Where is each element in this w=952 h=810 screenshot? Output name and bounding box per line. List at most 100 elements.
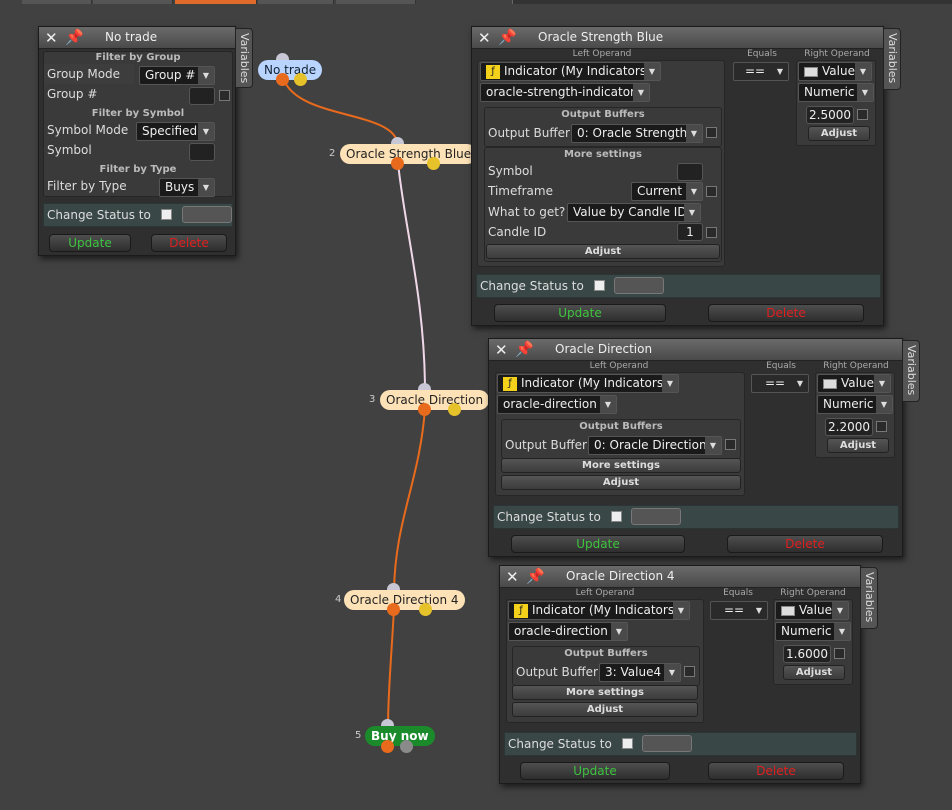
right-type-dropdown[interactable]: Value ▼ xyxy=(775,601,849,620)
node-output-dot[interactable] xyxy=(381,740,394,753)
right-value-checkbox[interactable] xyxy=(876,421,887,432)
node-oracle-direction[interactable]: Oracle Direction xyxy=(380,390,490,410)
group-mode-dropdown[interactable]: Group # ▼ xyxy=(139,66,215,85)
right-type-dropdown[interactable]: Value ▼ xyxy=(817,374,891,393)
delete-button[interactable]: Delete xyxy=(727,535,883,553)
node-output-dot[interactable] xyxy=(400,740,413,753)
chevron-down-icon: ▼ xyxy=(686,183,702,200)
right-value-checkbox[interactable] xyxy=(857,109,868,120)
output-buffer-dropdown[interactable]: 0: Oracle Strength ▼ xyxy=(571,124,703,143)
node-oracle-direction-4[interactable]: Oracle Direction 4 xyxy=(344,590,465,610)
close-icon[interactable]: ✕ xyxy=(478,29,491,47)
node-output-dot[interactable] xyxy=(391,157,404,170)
right-kind-dropdown[interactable]: Numeric ▼ xyxy=(798,83,874,102)
timeframe-checkbox[interactable] xyxy=(706,186,717,197)
symbol-input[interactable] xyxy=(189,143,215,161)
pin-icon[interactable]: 📌 xyxy=(498,28,517,46)
node-output-dot[interactable] xyxy=(294,73,307,86)
output-buffer-checkbox[interactable] xyxy=(684,666,695,677)
variables-tab[interactable]: Variables xyxy=(883,28,901,90)
indicator-source-dropdown[interactable]: ƒ Indicator (My Indicators) ▼ xyxy=(508,601,690,620)
panel-header: ✕ 📌 Oracle Strength Blue xyxy=(472,27,883,49)
group-number-checkbox[interactable] xyxy=(219,90,230,101)
value-icon xyxy=(781,605,795,616)
right-value-input[interactable]: 1.6000 xyxy=(783,645,831,663)
delete-button[interactable]: Delete xyxy=(151,234,227,252)
status-color-swatch[interactable] xyxy=(614,277,664,294)
update-button[interactable]: Update xyxy=(494,304,666,322)
node-oracle-strength-blue[interactable]: Oracle Strength Blue xyxy=(340,144,478,164)
node-output-dot[interactable] xyxy=(387,603,400,616)
pin-icon[interactable]: 📌 xyxy=(526,567,545,585)
operator-dropdown[interactable]: == ▼ xyxy=(710,601,768,620)
output-buffer-dropdown[interactable]: 0: Oracle Direction ▼ xyxy=(588,436,722,455)
indicator-name-dropdown[interactable]: oracle-direction ▼ xyxy=(497,395,617,414)
variables-tab[interactable]: Variables xyxy=(860,567,878,629)
dropdown-value: Specified xyxy=(142,124,198,138)
update-button[interactable]: Update xyxy=(520,762,670,780)
timeframe-label: Timeframe xyxy=(488,184,553,198)
right-value-checkbox[interactable] xyxy=(834,648,845,659)
indicator-name-dropdown[interactable]: oracle-strength-indicator ▼ xyxy=(480,83,650,102)
what-to-get-dropdown[interactable]: Value by Candle ID ▼ xyxy=(567,203,701,222)
right-type-dropdown[interactable]: Value ▼ xyxy=(798,62,872,81)
more-settings-button[interactable]: More settings xyxy=(501,458,741,473)
candle-id-checkbox[interactable] xyxy=(706,227,717,238)
update-button[interactable]: Update xyxy=(511,535,685,553)
right-kind-dropdown[interactable]: Numeric ▼ xyxy=(817,395,893,414)
update-button[interactable]: Update xyxy=(49,234,131,252)
right-adjust-button[interactable]: Adjust xyxy=(783,665,845,680)
dropdown-value: Value by Candle ID xyxy=(573,205,687,219)
change-status-label: Change Status to xyxy=(497,510,601,524)
chevron-down-icon: ▼ xyxy=(832,602,848,619)
change-status-checkbox[interactable] xyxy=(622,738,633,749)
symbol-input[interactable] xyxy=(677,163,703,181)
node-number: 4 xyxy=(335,594,342,605)
adjust-button[interactable]: Adjust xyxy=(486,244,720,259)
operator-dropdown[interactable]: == ▼ xyxy=(751,374,809,393)
output-buffer-checkbox[interactable] xyxy=(725,439,736,450)
operator-dropdown[interactable]: == ▼ xyxy=(733,62,789,81)
status-color-swatch[interactable] xyxy=(182,206,232,223)
node-output-dot[interactable] xyxy=(418,403,431,416)
node-output-dot[interactable] xyxy=(427,157,440,170)
variables-tab[interactable]: Variables xyxy=(235,28,253,88)
candle-id-input[interactable]: 1 xyxy=(677,223,703,241)
right-value-input[interactable]: 2.2000 xyxy=(825,418,873,436)
change-status-checkbox[interactable] xyxy=(611,511,622,522)
right-adjust-button[interactable]: Adjust xyxy=(808,126,870,141)
adjust-button[interactable]: Adjust xyxy=(512,702,698,717)
symbol-mode-dropdown[interactable]: Specified ▼ xyxy=(136,122,215,141)
close-icon[interactable]: ✕ xyxy=(495,341,508,359)
change-status-checkbox[interactable] xyxy=(594,280,605,291)
node-output-dot[interactable] xyxy=(448,403,461,416)
node-no-trade[interactable]: No trade xyxy=(258,60,323,80)
output-buffer-checkbox[interactable] xyxy=(706,127,717,138)
indicator-source-dropdown[interactable]: ƒ Indicator (My Indicators) ▼ xyxy=(497,374,679,393)
variables-tab[interactable]: Variables xyxy=(902,340,920,402)
right-kind-dropdown[interactable]: Numeric ▼ xyxy=(775,622,851,641)
indicator-name-dropdown[interactable]: oracle-direction ▼ xyxy=(508,622,628,641)
status-color-swatch[interactable] xyxy=(642,735,692,752)
group-number-input[interactable] xyxy=(189,87,215,105)
pin-icon[interactable]: 📌 xyxy=(515,340,534,358)
close-icon[interactable]: ✕ xyxy=(45,29,58,47)
delete-button[interactable]: Delete xyxy=(708,762,844,780)
right-adjust-button[interactable]: Adjust xyxy=(827,438,889,453)
adjust-button[interactable]: Adjust xyxy=(501,475,741,490)
right-value-input[interactable]: 2.5000 xyxy=(806,106,854,124)
output-buffer-dropdown[interactable]: 3: Value4 ▼ xyxy=(599,663,681,682)
close-icon[interactable]: ✕ xyxy=(506,568,519,586)
node-output-dot[interactable] xyxy=(276,73,289,86)
indicator-source-dropdown[interactable]: ƒ Indicator (My Indicators) ▼ xyxy=(480,62,661,81)
node-output-dot[interactable] xyxy=(419,603,432,616)
more-settings-button[interactable]: More settings xyxy=(512,685,698,700)
change-status-checkbox[interactable] xyxy=(161,209,172,220)
status-color-swatch[interactable] xyxy=(631,508,681,525)
filter-type-dropdown[interactable]: Buys ▼ xyxy=(159,178,215,197)
panel-oracle-strength-blue: ✕ 📌 Oracle Strength Blue Left Operand Eq… xyxy=(471,26,884,326)
timeframe-dropdown[interactable]: Current ▼ xyxy=(631,182,703,201)
dropdown-value: Numeric xyxy=(781,624,832,638)
delete-button[interactable]: Delete xyxy=(708,304,864,322)
pin-icon[interactable]: 📌 xyxy=(65,28,84,46)
